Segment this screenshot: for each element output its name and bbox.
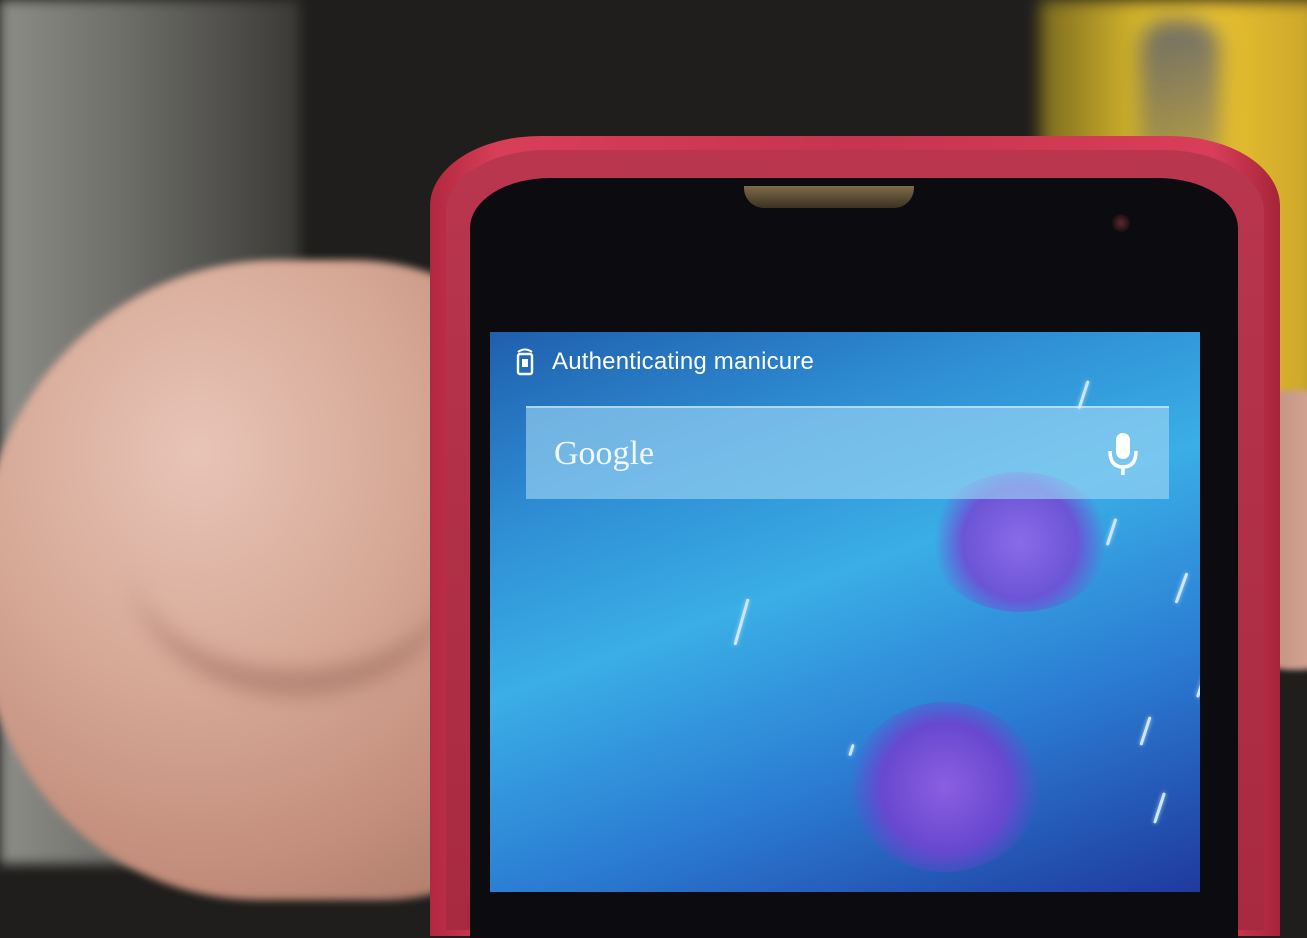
wallpaper-streak — [1196, 672, 1200, 698]
phone-screen: Authenticating manicure Google — [490, 332, 1200, 892]
status-bar: Authenticating manicure — [490, 332, 1200, 392]
wallpaper-streak — [848, 743, 855, 757]
wallpaper-streak — [1153, 792, 1166, 824]
notification-text[interactable]: Authenticating manicure — [552, 348, 814, 376]
nfc-phone-icon — [514, 347, 536, 377]
wallpaper-orb — [850, 702, 1040, 872]
earpiece-speaker — [744, 186, 914, 208]
front-camera — [1112, 214, 1130, 232]
wallpaper-streak — [733, 598, 750, 646]
google-logo[interactable]: Google — [554, 435, 654, 473]
google-search-bar[interactable]: Google — [526, 406, 1169, 499]
wallpaper-streak — [1139, 716, 1152, 746]
thumb-crease — [130, 430, 460, 696]
microphone-icon[interactable] — [1103, 426, 1143, 482]
wallpaper-streak — [1174, 572, 1189, 604]
